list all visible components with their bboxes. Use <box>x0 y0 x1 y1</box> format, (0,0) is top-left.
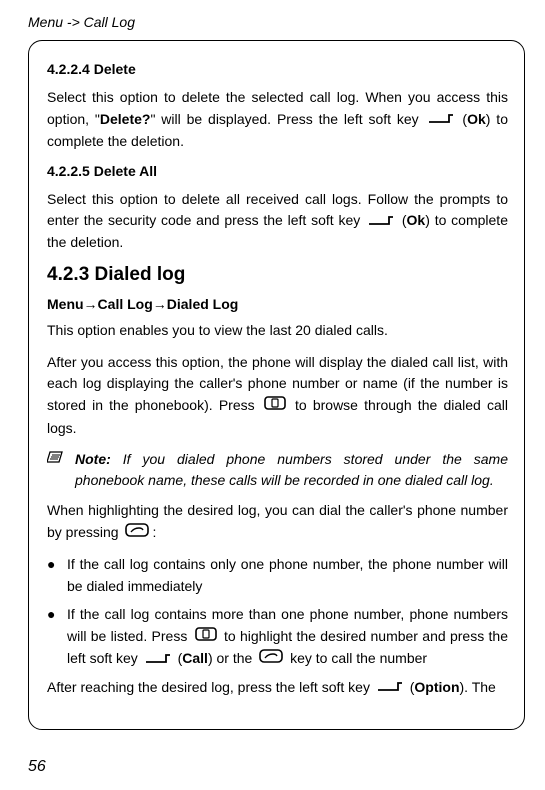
text-bold: Call <box>182 650 208 666</box>
paragraph: When highlighting the desired log, you c… <box>47 500 508 544</box>
note-label: Note: <box>75 451 111 467</box>
text: " will be displayed. Press the left soft… <box>150 111 424 127</box>
note: Note: If you dialed phone numbers stored… <box>47 449 508 490</box>
list-item: ● If the call log contains only one phon… <box>47 554 508 597</box>
text: If the call log contains only one phone … <box>67 554 508 597</box>
text: ( <box>457 111 468 127</box>
paragraph: Select this option to delete the selecte… <box>47 87 508 153</box>
call-key-icon <box>124 522 150 545</box>
call-key-icon <box>258 648 284 671</box>
bullet-dot: ● <box>47 554 67 597</box>
paragraph: After reaching the desired log, press th… <box>47 677 508 699</box>
nav-key-icon <box>263 395 287 418</box>
paragraph: Select this option to delete all receive… <box>47 189 508 255</box>
text-bold: Ok <box>407 212 426 228</box>
text-bold: Delete? <box>100 111 151 127</box>
text: ( <box>397 212 406 228</box>
menu-path: Menu→Call Log→Dialed Log <box>47 296 508 312</box>
breadcrumb: Menu -> Call Log <box>28 14 525 30</box>
paragraph: After you access this option, the phone … <box>47 352 508 440</box>
page-number: 56 <box>28 758 46 776</box>
heading-4-2-2-5: 4.2.2.5 Delete All <box>47 163 508 179</box>
left-softkey-icon <box>144 649 172 671</box>
bullet-dot: ● <box>47 604 67 671</box>
text: ) or the <box>208 650 256 666</box>
text: ). The <box>460 679 496 695</box>
content-frame: 4.2.2.4 Delete Select this option to del… <box>28 40 525 730</box>
text: ( <box>174 650 183 666</box>
left-softkey-icon <box>367 211 395 233</box>
text-bold: Ok <box>467 111 486 127</box>
text-bold: Option <box>414 679 459 695</box>
list-item: ● If the call log contains more than one… <box>47 604 508 671</box>
left-softkey-icon <box>427 109 455 131</box>
text: : <box>152 524 156 540</box>
left-softkey-icon <box>376 677 404 699</box>
paragraph: This option enables you to view the last… <box>47 320 508 342</box>
heading-4-2-2-4: 4.2.2.4 Delete <box>47 61 508 77</box>
note-text: If you dialed phone numbers stored under… <box>75 451 508 487</box>
text: When highlighting the desired log, you c… <box>47 502 508 540</box>
nav-key-icon <box>194 626 218 649</box>
text: key to call the number <box>286 650 427 666</box>
note-icon <box>47 449 75 490</box>
text: After reaching the desired log, press th… <box>47 679 374 695</box>
heading-4-2-3: 4.2.3 Dialed log <box>47 264 508 286</box>
